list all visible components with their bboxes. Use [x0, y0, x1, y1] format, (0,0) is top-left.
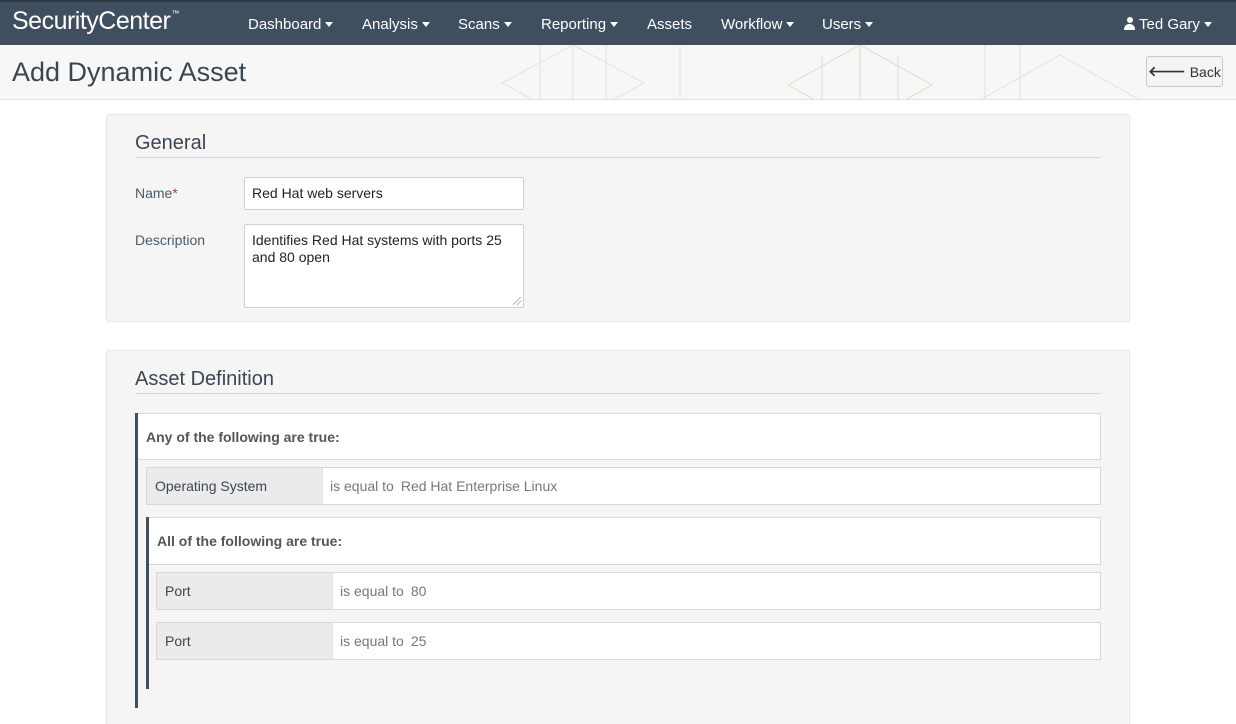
caret-down-icon [610, 22, 619, 27]
asset-definition-divider [135, 393, 1101, 394]
asset-definition-title: Asset Definition [135, 368, 274, 390]
top-nav: SecurityCenter™ Dashboard Analysis Scans… [0, 0, 1236, 45]
back-button[interactable]: 🡐 Back [1146, 56, 1223, 87]
nav-users-label: Users [822, 16, 862, 33]
nav-scans[interactable]: Scans [458, 16, 512, 33]
rule-field: Port [157, 623, 333, 659]
nav-dashboard[interactable]: Dashboard [248, 16, 334, 33]
brand-name: SecurityCenter [12, 7, 171, 35]
rule-field: Port [157, 573, 333, 609]
user-name: Ted Gary [1139, 16, 1200, 33]
nav-analysis-label: Analysis [362, 16, 418, 33]
rule-value: Red Hat Enterprise Linux [400, 478, 558, 494]
description-textarea[interactable]: Identifies Red Hat systems with ports 25… [244, 224, 524, 308]
rule-row-operating-system[interactable]: Operating System is equal to Red Hat Ent… [146, 467, 1101, 505]
caret-down-icon [865, 22, 874, 27]
nav-users[interactable]: Users [822, 16, 874, 33]
caret-down-icon [503, 22, 512, 27]
required-mark: * [172, 185, 178, 201]
nav-dashboard-label: Dashboard [248, 16, 322, 33]
name-label: Name* [135, 185, 178, 201]
general-title: General [135, 132, 207, 154]
user-menu[interactable]: Ted Gary [1124, 16, 1212, 33]
nav-assets-label: Assets [647, 16, 693, 33]
caret-down-icon [421, 22, 430, 27]
nav-assets[interactable]: Assets [647, 16, 692, 33]
rule-operator: is equal to [340, 583, 404, 599]
nav-reporting-label: Reporting [541, 16, 607, 33]
nav-workflow[interactable]: Workflow [721, 16, 795, 33]
arrow-left-icon: 🡐 [1148, 63, 1186, 79]
any-group: Any of the following are true: Operating… [135, 413, 1101, 708]
general-panel: General Name* Red Hat web servers Descri… [106, 114, 1130, 322]
description-value: Identifies Red Hat systems with ports 25… [252, 232, 502, 265]
name-label-text: Name [135, 185, 173, 201]
resize-handle-icon[interactable] [513, 297, 521, 305]
nav-scans-label: Scans [458, 16, 500, 33]
page-header: Add Dynamic Asset 🡐 Back [0, 45, 1236, 100]
nav-reporting[interactable]: Reporting [541, 16, 619, 33]
caret-down-icon [786, 22, 795, 27]
asset-definition-panel: Asset Definition Any of the following ar… [106, 350, 1130, 724]
caret-down-icon [325, 22, 334, 27]
rule-field: Operating System [147, 468, 323, 504]
any-group-header[interactable]: Any of the following are true: [138, 413, 1101, 460]
rule-row-port[interactable]: Port is equal to 25 [156, 622, 1101, 660]
caret-down-icon [1203, 22, 1212, 27]
rule-operator: is equal to [340, 633, 404, 649]
brand-logo[interactable]: SecurityCenter™ [12, 7, 179, 36]
description-label: Description [135, 232, 206, 248]
nav-workflow-label: Workflow [721, 16, 783, 33]
rule-row-port[interactable]: Port is equal to 80 [156, 572, 1101, 610]
name-input[interactable]: Red Hat web servers [244, 177, 524, 210]
rule-operator: is equal to [330, 478, 394, 494]
general-divider [135, 157, 1101, 158]
back-button-label: Back [1189, 63, 1221, 80]
page-title: Add Dynamic Asset [12, 57, 247, 87]
user-icon [1124, 17, 1135, 30]
nav-analysis[interactable]: Analysis [362, 16, 430, 33]
all-group-header[interactable]: All of the following are true: [149, 517, 1101, 565]
brand-trademark: ™ [171, 9, 179, 18]
rule-value: 25 [410, 633, 427, 649]
all-group: All of the following are true: Port is e… [146, 517, 1101, 689]
rule-value: 80 [410, 583, 427, 599]
